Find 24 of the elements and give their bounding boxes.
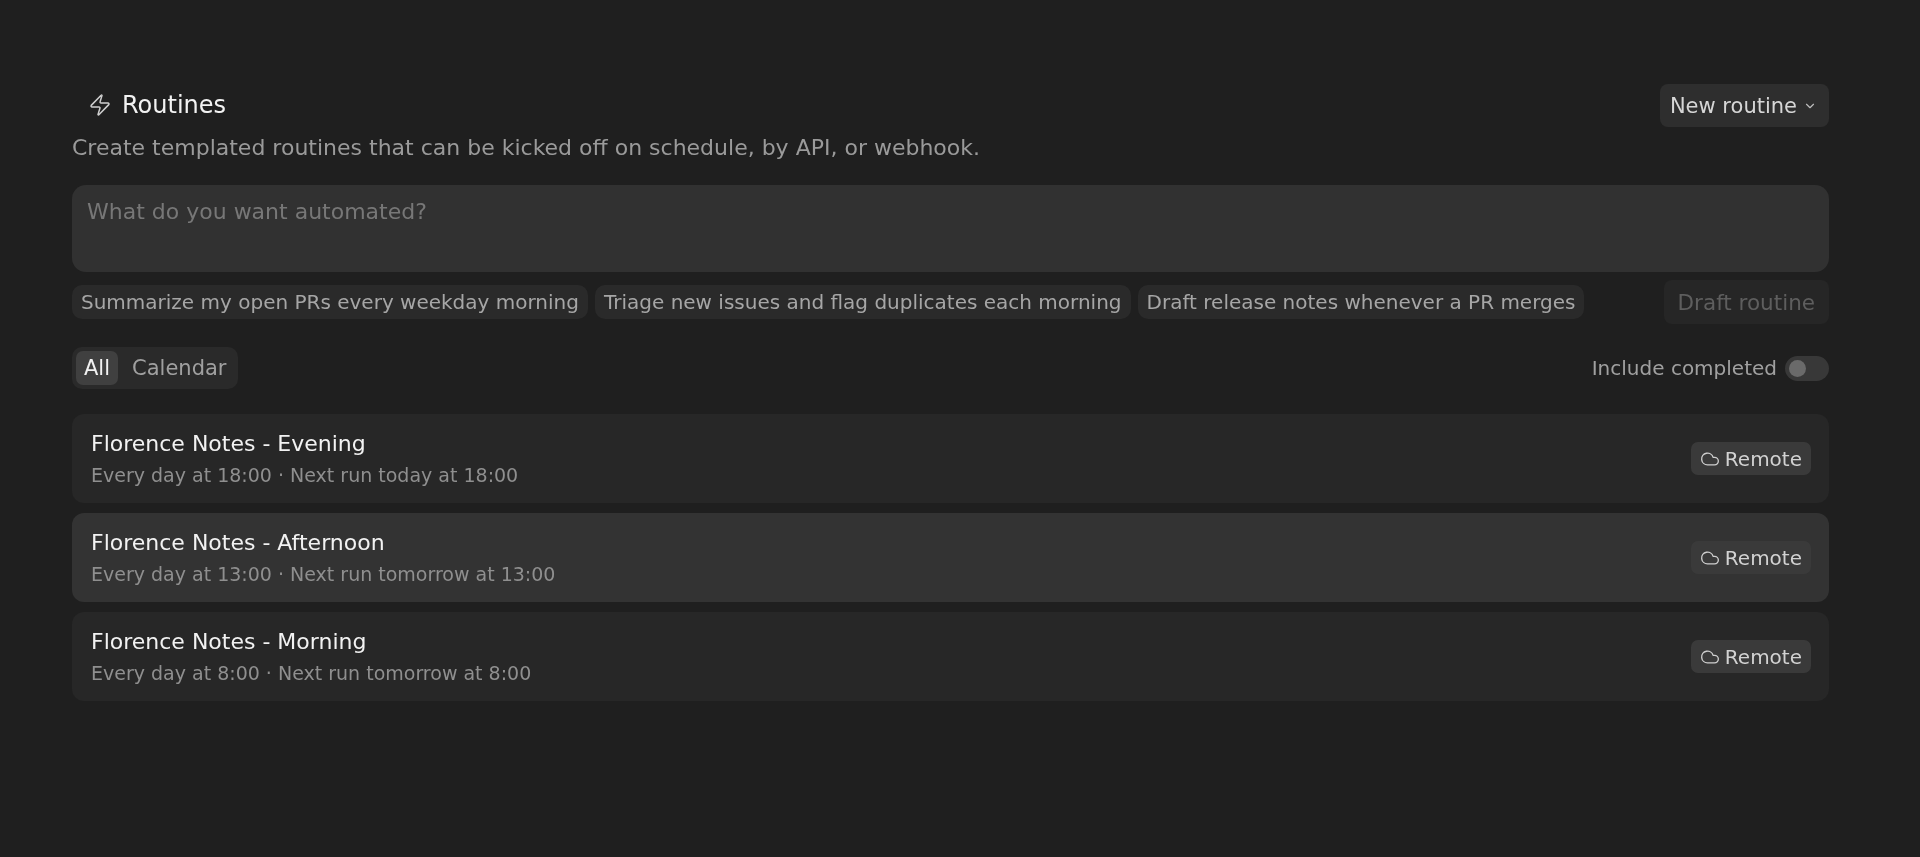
page-subtitle: Create templated routines that can be kicked off on schedule, by API, or webhook.	[72, 134, 980, 161]
suggestion-chip[interactable]: Draft release notes whenever a PR merges	[1137, 285, 1585, 319]
location-label: Remote	[1724, 545, 1802, 570]
location-label: Remote	[1724, 644, 1802, 669]
routine-name: Florence Notes - Evening	[91, 429, 367, 458]
page-title: Routines	[122, 90, 227, 120]
lightning-icon	[88, 93, 112, 117]
routine-card[interactable]: Florence Notes - Afternoon Every day at 13:00 · Next run tomorrow at 13:00 Remote	[72, 513, 1829, 602]
routine-card[interactable]: Florence Notes - Morning Every day at 8:00 · Next run tomorrow at 8:00 Remote	[72, 612, 1829, 701]
routine-schedule: Every day at 8:00 · Next run tomorrow at 8:00	[91, 660, 532, 686]
routine-card[interactable]: Florence Notes - Evening Every day at 18:00 · Next run today at 18:00 Remote	[72, 414, 1829, 503]
suggestion-chip[interactable]: Summarize my open PRs every weekday morning	[72, 285, 588, 319]
routine-name: Florence Notes - Morning	[91, 627, 368, 656]
location-label: Remote	[1724, 446, 1802, 471]
view-tab[interactable]: All	[76, 351, 119, 385]
prompt-field[interactable]: What do you want automated?	[72, 185, 1829, 272]
routine-name: Florence Notes - Afternoon	[91, 528, 386, 557]
view-tab[interactable]: Calendar	[124, 351, 235, 385]
routine-schedule: Every day at 13:00 · Next run tomorrow at 13:00	[91, 561, 556, 587]
routine-schedule: Every day at 18:00 · Next run today at 18:00	[91, 462, 519, 488]
include-completed-switch[interactable]	[1785, 355, 1829, 381]
suggestion-chip[interactable]: Triage new issues and flag duplicates each morning	[594, 285, 1131, 319]
include-completed-label: Include completed	[1591, 356, 1777, 380]
new-routine-button[interactable]: New routine	[1659, 84, 1829, 127]
